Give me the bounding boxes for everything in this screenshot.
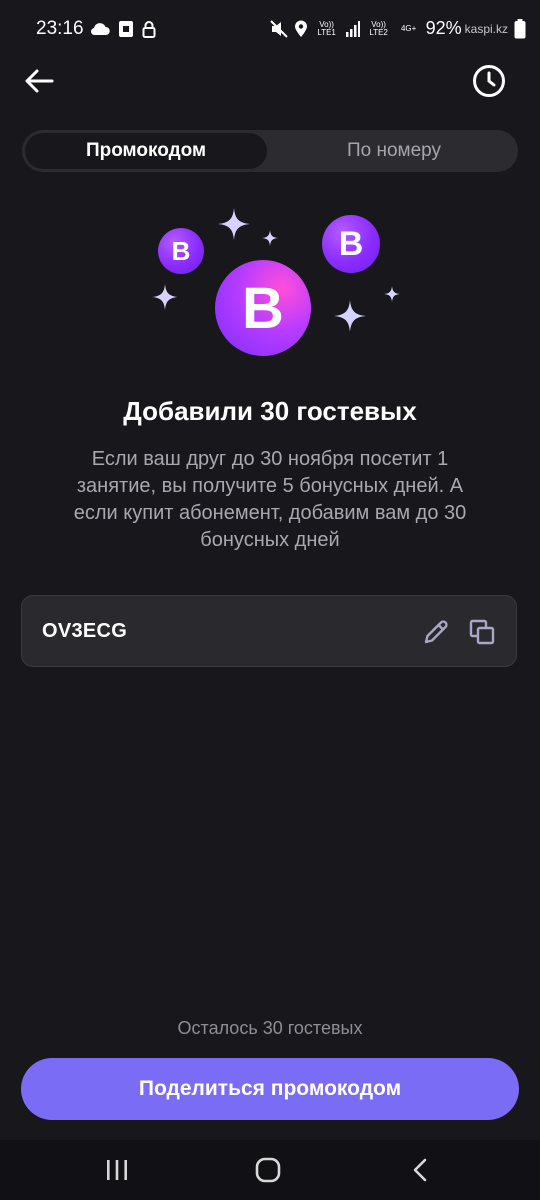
- location-icon: [294, 20, 307, 37]
- watermark: 92% kaspi.kz: [426, 18, 508, 39]
- page-title: Добавили 30 гостевых: [123, 396, 417, 426]
- bonus-coin-small-right: B: [322, 215, 380, 273]
- recent-apps-button[interactable]: [97, 1154, 137, 1186]
- mode-tabs: Промокодом По номеру: [22, 130, 518, 172]
- tab-by-number[interactable]: По номеру: [273, 133, 515, 169]
- back-icon: [413, 1158, 427, 1182]
- sparkle-icon: [262, 230, 278, 246]
- battery-percent: 92%: [425, 18, 462, 38]
- share-promo-button[interactable]: Поделиться промокодом: [21, 1058, 519, 1120]
- tab-promo-code[interactable]: Промокодом: [25, 133, 267, 169]
- remaining-guests: Осталось 30 гостевых: [177, 1018, 363, 1038]
- lock-icon: [142, 21, 156, 38]
- status-system-icons: Vo)) LTE1 Vo)) LTE2 4G+ 92% kaspi.kz: [269, 18, 526, 39]
- status-notification-icons: [90, 20, 156, 38]
- recent-apps-icon: [107, 1160, 127, 1180]
- system-nav-bar: [0, 1140, 540, 1200]
- clock-icon: [473, 65, 505, 97]
- promo-code-value: OV3ECG: [42, 620, 128, 642]
- history-button[interactable]: [470, 62, 508, 100]
- back-button[interactable]: [20, 62, 58, 100]
- watermark-text: kaspi.kz: [464, 21, 508, 36]
- edit-code-button[interactable]: [420, 616, 452, 648]
- copy-code-button[interactable]: [466, 616, 498, 648]
- arrow-left-icon: [25, 69, 54, 93]
- copy-icon: [469, 619, 495, 645]
- bonus-coin-small-left: B: [158, 228, 204, 274]
- network-label-2: Vo)) LTE2: [369, 19, 388, 37]
- sparkle-icon: [218, 208, 250, 240]
- network-type: 4G+: [400, 23, 417, 33]
- status-bar: 23:16 Vo)) LTE1 Vo)) LTE2 4G+ 92% kaspi.…: [0, 0, 540, 60]
- promo-code-field: OV3ECG: [21, 595, 517, 667]
- network-label-1: Vo)) LTE1: [317, 19, 336, 37]
- bonus-illustration: B B B: [140, 200, 410, 370]
- mute-icon: [269, 19, 288, 38]
- sim-card-icon: [119, 21, 133, 37]
- sparkle-icon: [334, 300, 366, 332]
- sparkle-icon: [384, 286, 400, 302]
- bonus-coin-large: B: [215, 260, 311, 356]
- pencil-icon: [424, 620, 448, 644]
- bonus-description: Если ваш друг до 30 ноября посетит 1 зан…: [73, 448, 467, 551]
- home-icon: [255, 1157, 281, 1183]
- battery-icon: [514, 18, 526, 38]
- home-button[interactable]: [248, 1154, 288, 1186]
- sparkle-icon: [152, 284, 178, 310]
- system-back-button[interactable]: [400, 1154, 440, 1186]
- status-time: 23:16: [36, 18, 84, 39]
- cloud-icon: [90, 23, 110, 36]
- signal-icon: [345, 20, 360, 37]
